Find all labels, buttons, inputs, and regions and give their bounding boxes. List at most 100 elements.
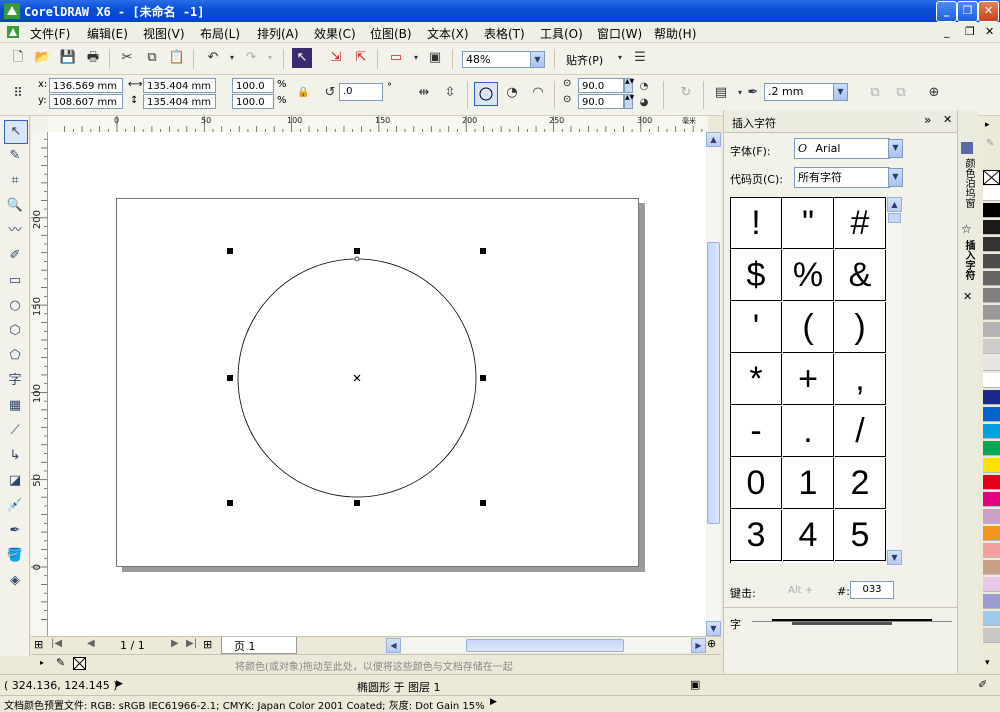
character-grid-scrollbar[interactable]: ▲ ▼ [887,197,902,565]
grid-scroll-down-icon[interactable]: ▼ [887,550,902,565]
color-swatch[interactable] [983,220,1000,235]
selection-handle[interactable] [480,500,486,506]
wrap-text-icon[interactable]: ▤ [711,83,731,103]
selection-handle[interactable] [354,500,360,506]
arc-mode-icon[interactable]: ◠ [528,83,548,103]
character-cell[interactable]: - [731,406,782,457]
outline-width-field[interactable]: .2 mm [764,83,834,101]
character-cell[interactable]: 5 [835,510,886,561]
menu-help[interactable]: 帮助(H) [654,25,696,42]
menu-layout[interactable]: 布局(L) [200,25,240,42]
color-swatch[interactable] [983,475,1000,490]
selection-handle[interactable] [227,500,233,506]
minimize-button[interactable]: _ [936,1,957,22]
eyedropper-tool-icon[interactable]: 💉 [4,495,26,517]
color-swatch[interactable] [983,288,1000,303]
char-code-field[interactable]: 033 [850,581,894,599]
color-swatch[interactable] [983,611,1000,626]
menu-file[interactable]: 文件(F) [30,25,70,42]
character-cell[interactable]: ! [731,198,782,249]
menu-window[interactable]: 窗口(W) [597,25,642,42]
color-swatch[interactable] [983,356,1000,371]
first-page-icon[interactable]: |◀ [51,638,62,649]
color-swatch[interactable] [983,458,1000,473]
cut-icon[interactable]: ✂ [117,48,137,68]
vertical-scrollbar[interactable]: ▲ ▼ [706,132,721,636]
last-page-icon[interactable]: ▶| [186,638,197,649]
direction-icon[interactable]: ◕ [634,93,654,113]
docker-close-icon[interactable]: ✕ [943,113,952,126]
rotation-field[interactable]: .0 [339,83,383,101]
character-cell[interactable]: + [783,354,834,405]
color-swatch[interactable] [983,560,1000,575]
snap-dropdown-icon[interactable]: ▾ [610,48,630,68]
polygon-tool-icon[interactable]: ⬡ [4,320,26,342]
end-angle-field[interactable]: 90.0 [578,94,624,109]
color-swatch[interactable] [983,577,1000,592]
character-cell[interactable]: " [783,198,834,249]
width-field[interactable]: 135.404 mm [143,78,216,93]
font-select[interactable]: O Arial [794,138,890,159]
import-icon[interactable]: ⇲ [326,48,346,68]
character-cell[interactable]: ( [783,302,834,353]
font-dropdown-icon[interactable]: ▼ [888,139,903,158]
color-swatch[interactable] [983,543,1000,558]
color-swatch[interactable] [983,509,1000,524]
color-swatch[interactable] [983,271,1000,286]
color-swatch[interactable] [983,186,1000,201]
grid-scroll-thumb[interactable] [888,213,901,223]
close-button[interactable]: ✕ [978,1,999,22]
application-launcher-icon[interactable]: ▭ [386,48,406,68]
character-cell[interactable]: 0 [731,458,782,509]
code-page-select[interactable]: 所有字符 [794,167,890,188]
character-cell[interactable]: # [835,198,886,249]
character-cell[interactable]: 3 [731,510,782,561]
ruler-origin[interactable] [31,116,49,133]
character-cell[interactable]: ) [835,302,886,353]
palette-menu-icon[interactable]: ▸ [40,658,44,667]
menu-text[interactable]: 文本(X) [427,25,469,42]
color-swatch[interactable] [983,441,1000,456]
menu-table[interactable]: 表格(T) [484,25,525,42]
object-origin-icon[interactable]: ⠿ [8,84,28,104]
menu-tools[interactable]: 工具(O) [540,25,583,42]
horizontal-ruler[interactable]: 0 50 100 150 200 250 300 毫米 [48,116,708,133]
scale-y-field[interactable]: 100.0 [232,94,274,109]
selection-handle[interactable] [227,248,233,254]
tab-close-icon[interactable]: ✕ [963,290,972,303]
y-position-field[interactable]: 108.607 mm [49,94,123,109]
mirror-horizontal-icon[interactable]: ⇹ [414,83,434,103]
to-back-icon[interactable]: ⧉ [891,83,911,103]
status-expand-icon[interactable]: ▶ [116,679,123,689]
color-swatch[interactable] [983,339,1000,354]
character-cell[interactable]: , [835,354,886,405]
color-swatch[interactable] [983,305,1000,320]
rectangle-tool-icon[interactable]: ▭ [4,270,26,292]
navigator-zoom-icon[interactable]: ⊕ [707,637,716,650]
scroll-down-icon[interactable]: ▼ [706,621,721,636]
paste-icon[interactable]: 📋 [167,48,187,68]
restore-button[interactable]: ❐ [957,1,978,22]
selection-handle[interactable] [480,375,486,381]
x-position-field[interactable]: 136.569 mm [49,78,123,93]
page-tab[interactable]: 页 1 [221,637,297,654]
snap-to-button[interactable]: 贴齐(P) [566,52,603,68]
launcher-dropdown-icon[interactable]: ▾ [406,48,426,68]
character-cell[interactable]: 1 [783,458,834,509]
save-icon[interactable]: 💾 [58,48,78,68]
color-swatch[interactable] [983,628,1000,643]
outline-tool-icon[interactable]: ✒ [4,520,26,542]
color-docker-tab[interactable]: 颜色泊坞窗 [961,158,976,208]
convert-to-curves-icon[interactable]: ⊕ [924,83,944,103]
scale-x-field[interactable]: 100.0 [232,78,274,93]
color-swatch[interactable] [983,492,1000,507]
character-cell[interactable]: $ [731,250,782,301]
zoom-dropdown-icon[interactable]: ▼ [530,51,545,68]
connector-tool-icon[interactable]: ↳ [4,445,26,467]
character-cell[interactable]: % [783,250,834,301]
interactive-blend-tool-icon[interactable]: ◪ [4,470,26,492]
color-swatch[interactable] [983,526,1000,541]
selection-handle[interactable] [480,248,486,254]
ellipse-node[interactable] [354,256,360,262]
character-cell[interactable]: 2 [835,458,886,509]
